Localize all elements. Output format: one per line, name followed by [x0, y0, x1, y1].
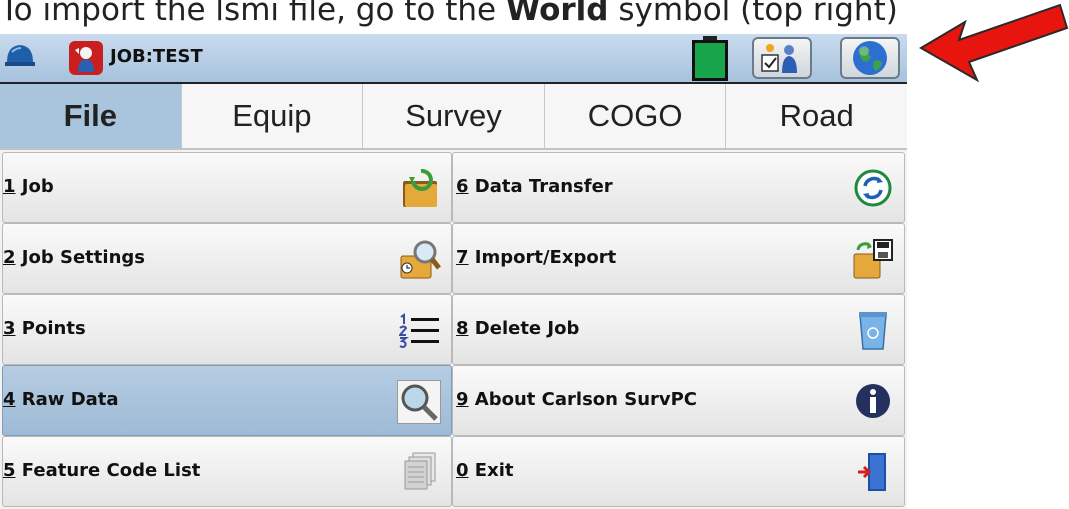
file-menu-grid: 1 Job 6 Data Transfer 2 Job Settings 7 I…: [0, 152, 907, 509]
menu-item-label: 8 Delete Job: [456, 318, 579, 339]
menu-item-label: 5 Feature Code List: [3, 460, 200, 481]
carlson-app-icon[interactable]: [68, 40, 104, 76]
menu-row: 5 Feature Code List 0 Exit: [0, 436, 907, 507]
hotkey-3: 3: [3, 318, 16, 339]
import-export-icon: [852, 238, 894, 280]
code-list-icon: [399, 451, 441, 493]
menu-item-label: 0 Exit: [456, 460, 513, 481]
hotkey-7: 7: [456, 247, 469, 268]
menu-item-label: 3 Points: [3, 318, 86, 339]
caption-prefix: To import the lsmi file, go to the: [0, 0, 506, 28]
annotation-arrow: [919, 3, 1069, 83]
survpc-app: JOB:TEST File Equip Survey COGO Road 1 J…: [0, 34, 907, 509]
job-settings-text: Job Settings: [15, 247, 145, 268]
hotkey-5: 5: [3, 460, 16, 481]
job-settings-icon: [399, 238, 441, 280]
points-text: Points: [15, 318, 86, 339]
menu-item-points[interactable]: 3 Points: [2, 294, 452, 365]
delete-job-text: Delete Job: [468, 318, 580, 339]
job-name-label: JOB:TEST: [110, 46, 203, 67]
settings-icon: [761, 44, 797, 73]
caption-bold: World: [505, 0, 609, 28]
main-tabs: File Equip Survey COGO Road: [0, 84, 907, 150]
hotkey-9: 9: [456, 389, 469, 410]
menu-item-raw-data[interactable]: 4 Raw Data: [2, 365, 452, 436]
hotkey-6: 6: [456, 176, 469, 197]
info-icon: [852, 380, 894, 422]
hotkey-8: 8: [456, 318, 469, 339]
menu-row: 3 Points 8 Delete Job: [0, 294, 907, 365]
menu-row: 1 Job 6 Data Transfer: [0, 152, 907, 223]
menu-item-data-transfer[interactable]: 6 Data Transfer: [452, 152, 905, 223]
caption-suffix: symbol (top right): [608, 0, 898, 28]
import-export-text: Import/Export: [468, 247, 617, 268]
menu-item-feature-code-list[interactable]: 5 Feature Code List: [2, 436, 452, 507]
hotkey-2: 2: [3, 247, 16, 268]
about-text: About Carlson SurvPC: [468, 389, 698, 410]
world-button[interactable]: [840, 37, 900, 79]
menu-item-label: 1 Job: [3, 176, 54, 197]
feature-code-list-text: Feature Code List: [15, 460, 201, 481]
menu-item-delete-job[interactable]: 8 Delete Job: [452, 294, 905, 365]
exit-door-icon: [852, 451, 894, 493]
menu-item-about[interactable]: 9 About Carlson SurvPC: [452, 365, 905, 436]
world-icon: [853, 41, 887, 75]
hotkey-1: 1: [3, 176, 16, 197]
magnifier-icon: [397, 380, 441, 424]
menu-row: 4 Raw Data 9 About Carlson SurvPC: [0, 365, 907, 436]
points-list-icon: [399, 309, 441, 351]
battery-icon: [692, 36, 728, 81]
menu-item-label: 2 Job Settings: [3, 247, 145, 268]
raw-data-text: Raw Data: [15, 389, 119, 410]
menu-item-label: 9 About Carlson SurvPC: [456, 389, 697, 410]
menu-row: 2 Job Settings 7 Import/Export: [0, 223, 907, 294]
menu-item-label: 6 Data Transfer: [456, 176, 613, 197]
tab-file[interactable]: File: [0, 84, 182, 148]
menu-item-exit[interactable]: 0 Exit: [452, 436, 905, 507]
helmet-icon[interactable]: [4, 40, 36, 72]
exit-text: Exit: [468, 460, 514, 481]
menu-item-job-settings[interactable]: 2 Job Settings: [2, 223, 452, 294]
tab-cogo[interactable]: COGO: [544, 84, 727, 148]
menu-item-job[interactable]: 1 Job: [2, 152, 452, 223]
data-transfer-text: Data Transfer: [468, 176, 613, 197]
menu-item-label: 7 Import/Export: [456, 247, 616, 268]
tab-road[interactable]: Road: [726, 84, 907, 148]
settings-button[interactable]: [752, 37, 812, 79]
title-bar: JOB:TEST: [0, 34, 907, 84]
tab-survey[interactable]: Survey: [363, 84, 545, 148]
hotkey-0: 0: [456, 460, 469, 481]
job-folder-icon: [399, 167, 441, 209]
recycle-bin-icon: [852, 309, 894, 351]
tab-equip[interactable]: Equip: [181, 84, 364, 148]
job-text: Job: [15, 176, 54, 197]
menu-item-label: 4 Raw Data: [3, 389, 119, 410]
hotkey-4: 4: [3, 389, 16, 410]
transfer-icon: [852, 167, 894, 209]
menu-item-import-export[interactable]: 7 Import/Export: [452, 223, 905, 294]
